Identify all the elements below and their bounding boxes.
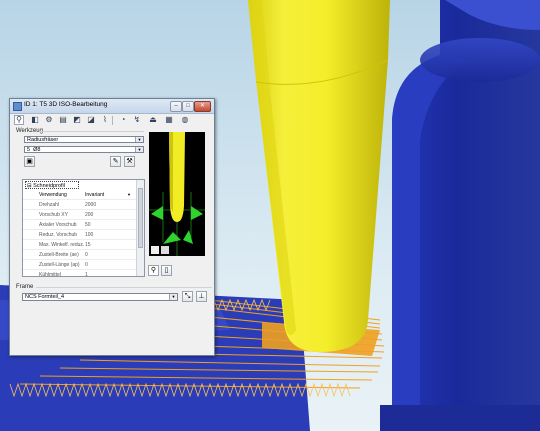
parameters-icon[interactable]: ▤ bbox=[58, 115, 68, 125]
tool-library-button[interactable]: ⚒ bbox=[124, 156, 135, 167]
property-row[interactable]: Kühlmittel 1 bbox=[23, 270, 137, 277]
dialog-title: ID 1: T5 3D ISO-Bearbeitung bbox=[24, 101, 108, 108]
check-icon[interactable]: ◔ bbox=[118, 115, 128, 125]
tool-type-value: Radiusfräser bbox=[27, 137, 59, 143]
collapse-icon[interactable]: ⊟ bbox=[27, 183, 32, 189]
tool-type-select[interactable]: Radiusfräser ▼ bbox=[24, 136, 144, 143]
frame-edit-icon[interactable]: ⤡ bbox=[182, 291, 193, 302]
property-row[interactable]: Zustell-Breite (ae) 0 bbox=[23, 250, 137, 260]
property-row[interactable]: Zustell-Länge (ap) 0 bbox=[23, 260, 137, 270]
property-row[interactable]: Vorschub XY 200 bbox=[23, 210, 137, 220]
frame-value: NCS Formteil_4 bbox=[25, 294, 65, 300]
property-row[interactable]: ▼ Verwendung Invariant bbox=[23, 190, 137, 200]
preview-tool-icon[interactable]: ⚲ bbox=[148, 265, 159, 276]
property-name: Kühlmittel bbox=[39, 272, 61, 277]
property-row[interactable]: Reduz. Vorschub 100 bbox=[23, 230, 137, 240]
close-button[interactable]: ✕ bbox=[194, 101, 211, 112]
properties-grid[interactable]: ⊟ Schneidprofil ▼ Verwendung Invariant Dreh… bbox=[22, 179, 145, 277]
cube-icon[interactable]: ▣ bbox=[24, 156, 35, 167]
chevron-down-icon[interactable]: ▼ bbox=[135, 147, 143, 152]
stock-icon[interactable]: ◧ bbox=[30, 115, 40, 125]
macro-icon[interactable]: ◪ bbox=[86, 115, 96, 125]
property-row[interactable]: Max. Winkelf. reduz. 15 bbox=[23, 240, 137, 250]
scrollbar-thumb[interactable] bbox=[138, 188, 143, 248]
frame-group-label: Frame bbox=[16, 284, 34, 290]
tool-edit-button[interactable]: ✎ bbox=[110, 156, 121, 167]
linking-icon[interactable]: ⌇ bbox=[100, 115, 110, 125]
werkzeug-group-label: Werkzeug bbox=[16, 128, 43, 134]
machining-dialog[interactable]: ID 1: T5 3D ISO-Bearbeitung – □ ✕ ⚲ ◧ ⚙ … bbox=[9, 98, 215, 356]
tool-index: 5 bbox=[27, 147, 31, 153]
dialog-toolbar: ⚲ ◧ ⚙ ▤ ◩ ◪ ⌇ ◔ ↯ ⏏ ▦ ◍ bbox=[12, 115, 212, 127]
property-value[interactable]: 1 bbox=[85, 270, 88, 276]
frame-select[interactable]: NCS Formteil_4 ▼ bbox=[22, 293, 178, 301]
group-divider bbox=[36, 287, 212, 288]
strategy-icon[interactable]: ⚙ bbox=[44, 115, 54, 125]
property-row[interactable]: Drehzahl 2000 bbox=[23, 200, 137, 210]
tool-preview bbox=[149, 132, 205, 256]
settings-icon[interactable]: ◍ bbox=[180, 115, 190, 125]
schneidprofil-header[interactable]: ⊟ Schneidprofil bbox=[25, 181, 79, 189]
properties-scrollbar[interactable] bbox=[136, 180, 144, 276]
limits-icon[interactable]: ◩ bbox=[72, 115, 82, 125]
frame-axis-icon[interactable]: ⊥ bbox=[196, 291, 207, 302]
tool-select[interactable]: 5 Ø8 ▼ bbox=[24, 146, 144, 153]
tool-icon[interactable]: ⚲ bbox=[14, 115, 24, 125]
dialog-titlebar[interactable]: ID 1: T5 3D ISO-Bearbeitung – □ ✕ bbox=[10, 99, 214, 114]
nc-output-icon[interactable]: ⏏ bbox=[148, 115, 158, 125]
axis-icon[interactable]: ↯ bbox=[132, 115, 142, 125]
chevron-down-icon[interactable]: ▼ bbox=[169, 294, 177, 300]
group-divider bbox=[40, 131, 144, 132]
properties-icon[interactable]: ▦ bbox=[164, 115, 174, 125]
tool-size: Ø8 bbox=[33, 147, 41, 153]
toolbar-separator bbox=[112, 116, 113, 125]
chevron-down-icon[interactable]: ▼ bbox=[135, 137, 143, 142]
app-icon bbox=[13, 102, 22, 111]
schneidprofil-label: Schneidprofil bbox=[33, 183, 65, 189]
property-row[interactable]: Axialer Vorschub 50 bbox=[23, 220, 137, 230]
minimize-button[interactable]: – bbox=[170, 101, 182, 112]
preview-view-icon[interactable]: ▯ bbox=[161, 265, 172, 276]
maximize-button[interactable]: □ bbox=[182, 101, 194, 112]
